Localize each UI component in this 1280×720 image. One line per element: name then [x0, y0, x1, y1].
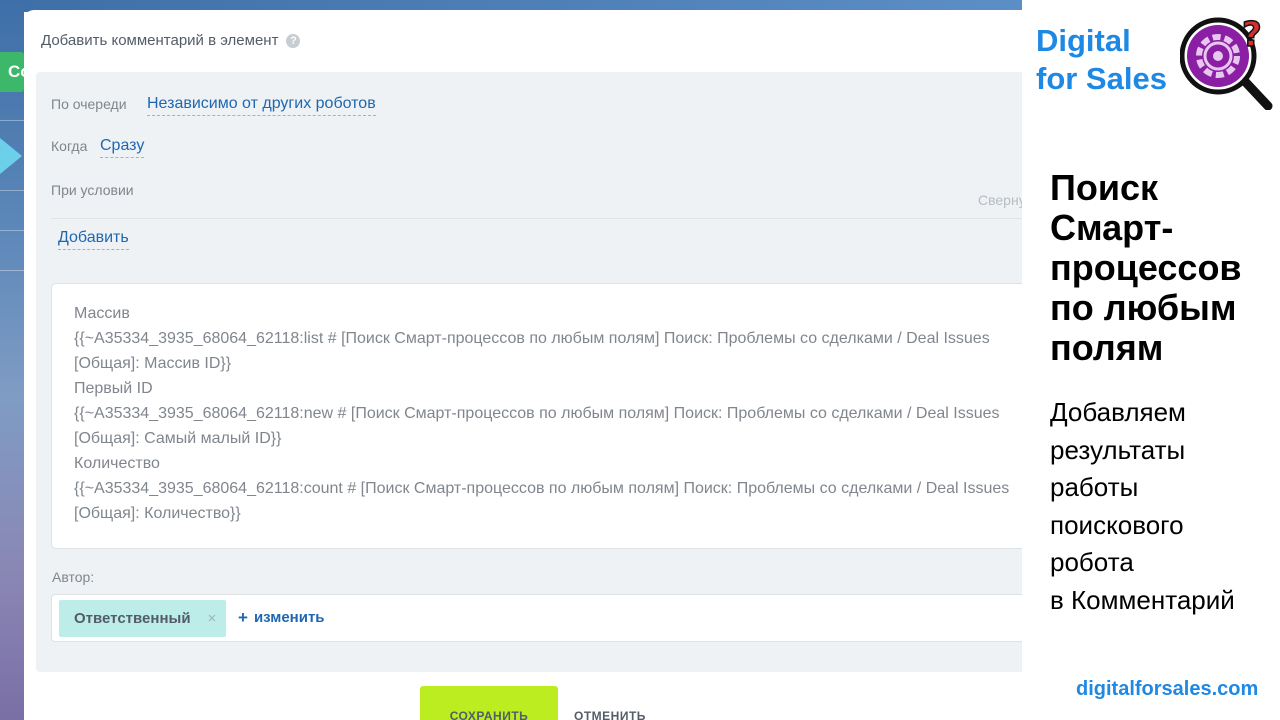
headline-line: по любым — [1050, 287, 1237, 328]
close-icon[interactable]: × — [208, 610, 217, 627]
svg-text:?: ? — [1242, 15, 1262, 55]
subtitle-line: Добавляем — [1050, 397, 1186, 427]
brand-name: Digital for Sales — [1036, 22, 1167, 98]
cancel-button[interactable]: ОТМЕНИТЬ — [574, 709, 646, 720]
headline-line: полям — [1050, 327, 1164, 368]
queue-selector[interactable]: Независимо от других роботов — [147, 94, 376, 116]
gear-magnifier-question-icon: ? — [1180, 14, 1273, 110]
when-selector[interactable]: Сразу — [100, 136, 145, 158]
comment-textarea[interactable]: Массив {{~A35334_3935_68064_62118:list #… — [51, 283, 1024, 549]
author-label: Автор: — [52, 569, 95, 585]
headline-line: Смарт- — [1050, 207, 1174, 248]
subtitle: Добавляем результаты работы поискового р… — [1050, 394, 1280, 619]
add-comment-dialog: Добавить комментарий в элемент ? По очер… — [24, 10, 1024, 720]
background-divider — [0, 190, 24, 191]
queue-label: По очереди — [51, 96, 127, 112]
headline-line: процессов — [1050, 247, 1242, 288]
comment-line: {{~A35334_3935_68064_62118:new # [Поиск … — [74, 405, 1000, 447]
author-selector: Ответственный × + изменить — [51, 594, 1024, 642]
subtitle-line: в Комментарий — [1050, 584, 1235, 615]
headline: Поиск Смарт- процессов по любым полям — [1050, 168, 1278, 368]
when-label: Когда — [51, 138, 88, 154]
branding-panel: Digital for Sales ? Поиск Смарт- процесс… — [1022, 0, 1280, 720]
dialog-title: Добавить комментарий в элемент — [41, 32, 279, 49]
collapse-link[interactable]: Свернуть — [978, 192, 1024, 208]
author-tag-label: Ответственный — [74, 610, 191, 627]
save-button[interactable]: СОХРАНИТЬ — [420, 686, 558, 720]
background-create-button[interactable]: Со — [0, 52, 24, 92]
settings-panel: По очереди Независимо от других роботов … — [36, 72, 1024, 672]
background-sidebar — [0, 0, 24, 720]
change-author-label: изменить — [253, 609, 325, 626]
headline-line: Поиск — [1050, 167, 1159, 208]
dialog-title-row: Добавить комментарий в элемент ? — [41, 32, 301, 49]
question-icon[interactable]: ? — [286, 33, 301, 48]
subtitle-line: результаты — [1050, 434, 1186, 465]
condition-label: При условии — [51, 182, 134, 198]
background-divider — [0, 120, 24, 121]
comment-line: {{~A35334_3935_68064_62118:count # [Поис… — [74, 480, 1010, 522]
brand-name-line: for Sales — [1036, 61, 1167, 96]
subtitle-line: поискового — [1050, 509, 1184, 540]
brand-name-line: Digital — [1036, 23, 1131, 58]
background-divider — [0, 270, 24, 271]
background-divider — [0, 230, 24, 231]
comment-line: Массив — [74, 305, 130, 322]
subtitle-line: робота — [1050, 547, 1134, 577]
add-condition-link[interactable]: Добавить — [58, 228, 129, 250]
comment-line: Количество — [74, 455, 160, 472]
comment-line: Первый ID — [74, 380, 153, 397]
author-tag: Ответственный × — [59, 600, 226, 637]
website-link[interactable]: digitalforsales.com — [1076, 678, 1258, 701]
plus-icon: + — [238, 608, 248, 627]
change-author-link[interactable]: + изменить — [238, 609, 325, 626]
subtitle-line: работы — [1050, 472, 1139, 502]
comment-line: {{~A35334_3935_68064_62118:list # [Поиск… — [74, 330, 990, 372]
background-stage-arrow — [0, 138, 22, 174]
condition-divider — [51, 218, 1024, 219]
